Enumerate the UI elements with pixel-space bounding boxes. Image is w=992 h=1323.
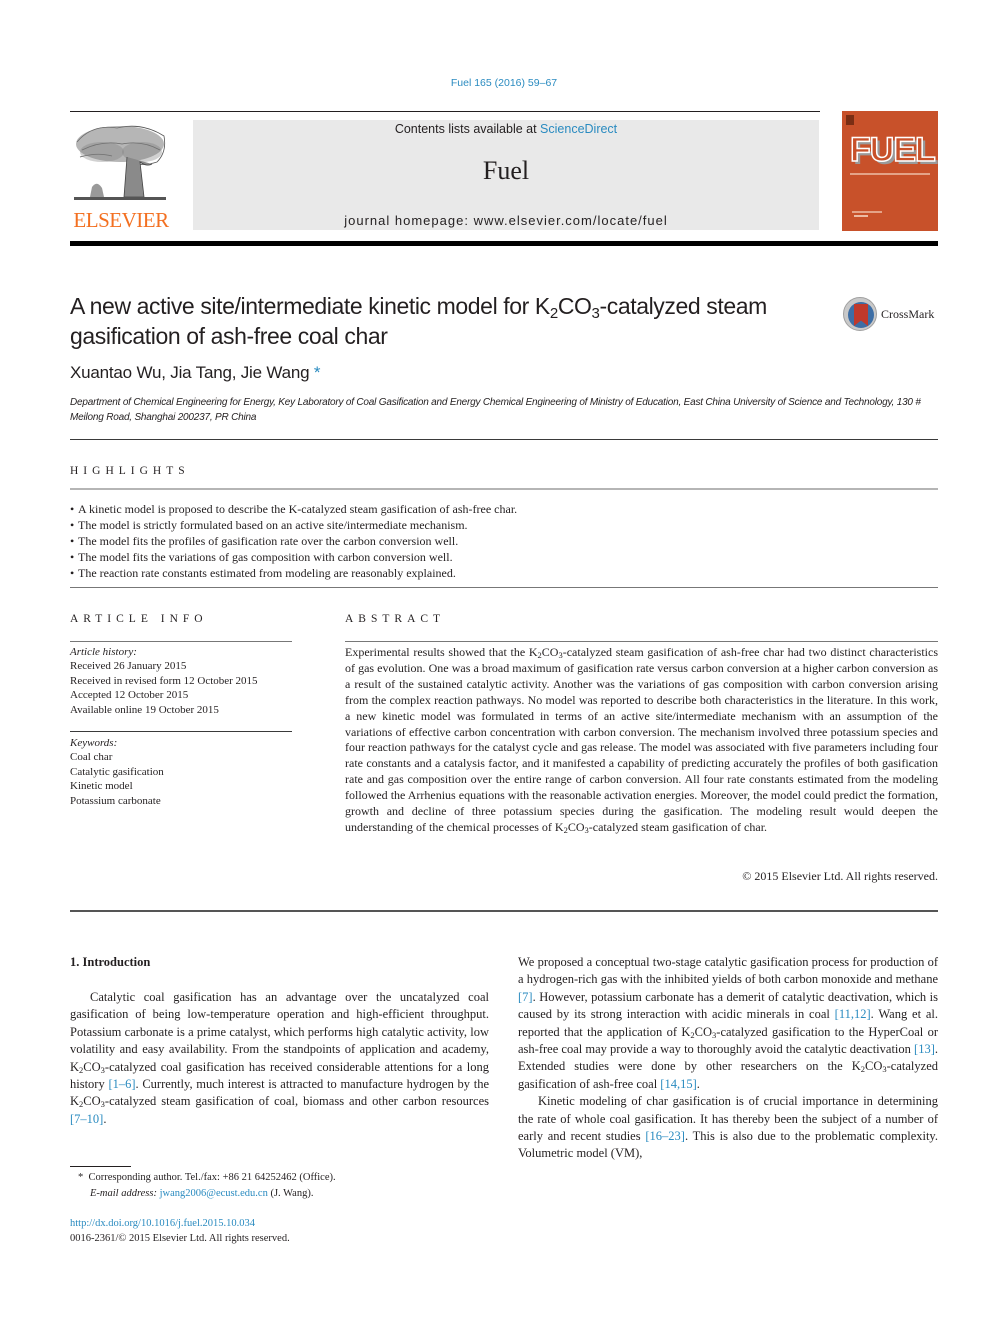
divider xyxy=(70,439,938,440)
highlights-list: • A kinetic model is proposed to describe… xyxy=(70,501,930,581)
history-label: Article history: xyxy=(70,646,137,658)
header-thick-rule xyxy=(70,241,938,246)
section-heading-introduction: 1. Introduction xyxy=(70,955,151,969)
body-paragraph: We proposed a conceptual two-stage catal… xyxy=(518,955,938,1091)
highlight-item: • The model is strictly formulated based … xyxy=(70,518,468,532)
divider xyxy=(70,731,292,732)
article-info-heading: ARTICLE INFO xyxy=(70,613,208,625)
sciencedirect-link[interactable]: ScienceDirect xyxy=(540,122,617,136)
highlight-item: • The reaction rate constants estimated f… xyxy=(70,566,456,580)
citation-link[interactable]: [14,15] xyxy=(660,1077,696,1091)
abstract-copyright: © 2015 Elsevier Ltd. All rights reserved… xyxy=(742,869,938,883)
divider xyxy=(70,910,938,912)
divider xyxy=(70,488,938,490)
elsevier-wordmark: ELSEVIER xyxy=(73,208,169,232)
keyword: Catalytic gasification xyxy=(70,765,164,778)
cover-footer-line xyxy=(854,215,868,217)
crossmark-icon xyxy=(843,297,877,331)
homepage-link[interactable]: www.elsevier.com/locate/fuel xyxy=(474,213,668,228)
body-paragraph: Kinetic modeling of char gasification is… xyxy=(518,1094,938,1161)
doi-block: http://dx.doi.org/10.1016/j.fuel.2015.10… xyxy=(70,1216,290,1246)
cover-logo-icon xyxy=(846,115,854,125)
keywords-label: Keywords: xyxy=(70,737,118,749)
citation-link[interactable]: [16–23] xyxy=(645,1129,685,1143)
divider xyxy=(345,641,938,642)
history-online: Available online 19 October 2015 xyxy=(70,703,219,716)
footnote-rule xyxy=(70,1166,131,1167)
journal-homepage: journal homepage: www.elsevier.com/locat… xyxy=(193,213,819,228)
journal-masthead: Contents lists available at ScienceDirec… xyxy=(193,120,819,230)
corresponding-author-note: * Corresponding author. Tel./fax: +86 21… xyxy=(78,1172,336,1183)
journal-citation-link[interactable]: Fuel 165 (2016) 59–67 xyxy=(0,77,992,89)
highlight-item: • The model fits the variations of gas co… xyxy=(70,550,453,564)
email-note: E-mail address: jwang2006@ecust.edu.cn (… xyxy=(90,1188,314,1199)
history-accepted: Accepted 12 October 2015 xyxy=(70,689,189,702)
contents-prefix: Contents lists available at xyxy=(394,122,541,136)
keyword: Kinetic model xyxy=(70,780,133,793)
title-subscript: 2 xyxy=(549,305,558,322)
citation-link[interactable]: [13] xyxy=(914,1042,935,1056)
keyword: Potassium carbonate xyxy=(70,794,161,807)
journal-name: Fuel xyxy=(482,156,530,185)
history-revised: Received in revised form 12 October 2015 xyxy=(70,674,258,687)
abstract-heading: ABSTRACT xyxy=(345,613,446,625)
keyword: Coal char xyxy=(70,751,113,764)
issn-copyright: 0016-2361/© 2015 Elsevier Ltd. All right… xyxy=(70,1233,290,1244)
citation-link[interactable]: [7–10] xyxy=(70,1112,103,1126)
citation-link[interactable]: [11,12] xyxy=(835,1007,871,1021)
abstract-text: Experimental results showed that the K2C… xyxy=(345,645,938,835)
history-received: Received 26 January 2015 xyxy=(70,660,187,673)
doi-link[interactable]: http://dx.doi.org/10.1016/j.fuel.2015.10… xyxy=(70,1218,255,1229)
body-paragraph: Catalytic coal gasification has an advan… xyxy=(70,990,489,1126)
journal-cover-thumbnail[interactable]: FUEL xyxy=(842,111,938,231)
email-link[interactable]: jwang2006@ecust.edu.cn xyxy=(160,1188,268,1199)
highlight-item: • A kinetic model is proposed to describe… xyxy=(70,502,518,516)
highlight-item: • The model fits the profiles of gasifica… xyxy=(70,534,459,548)
authors-names: Xuantao Wu, Jia Tang, Jie Wang xyxy=(70,363,310,382)
cover-title: FUEL xyxy=(849,131,936,169)
footnote: * Corresponding author. Tel./fax: +86 21… xyxy=(78,1170,498,1202)
title-text: A new active site/intermediate kinetic m… xyxy=(70,293,550,319)
divider xyxy=(70,587,938,588)
cover-footer-line xyxy=(852,211,882,213)
elsevier-logo[interactable]: ELSEVIER xyxy=(70,120,172,232)
header-rule xyxy=(70,111,820,112)
corresponding-author-mark[interactable]: * xyxy=(314,363,321,382)
divider xyxy=(70,641,292,642)
elsevier-tree-icon xyxy=(74,125,166,200)
article-history: Article history: Received 26 January 201… xyxy=(70,645,292,717)
homepage-prefix: journal homepage: xyxy=(344,213,474,228)
citation-link[interactable]: [7] xyxy=(518,990,533,1004)
highlights-heading: HIGHLIGHTS xyxy=(70,465,190,477)
author-list: Xuantao Wu, Jia Tang, Jie Wang * xyxy=(70,363,321,383)
affiliation: Department of Chemical Engineering for E… xyxy=(70,397,921,423)
citation-link[interactable]: [1–6] xyxy=(108,1077,135,1091)
title-text: CO xyxy=(557,293,592,319)
body-column-right: We proposed a conceptual two-stage catal… xyxy=(518,954,938,1163)
keywords: Keywords: Coal char Catalytic gasificati… xyxy=(70,736,292,808)
article-title: A new active site/intermediate kinetic m… xyxy=(70,291,830,351)
crossmark-button[interactable]: CrossMark xyxy=(843,297,943,333)
contents-line: Contents lists available at ScienceDirec… xyxy=(193,122,819,136)
cover-subtitle-line xyxy=(850,173,930,175)
crossmark-label: CrossMark xyxy=(881,307,935,321)
